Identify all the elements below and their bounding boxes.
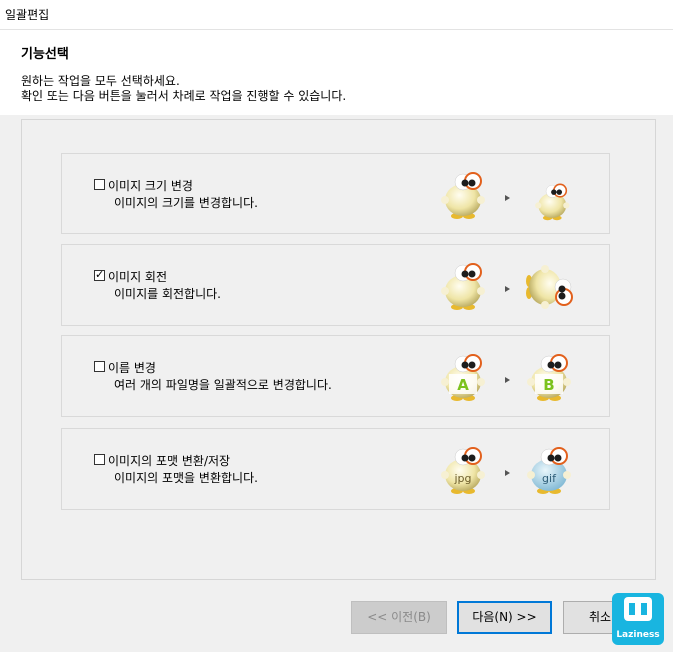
rotate-checkbox[interactable] <box>94 268 105 281</box>
letter-b: B <box>543 376 554 394</box>
instruction-line-2: 확인 또는 다음 버튼을 눌러서 차례로 작업을 진행할 수 있습니다. <box>21 89 347 103</box>
window-title: 일괄편집 <box>5 8 50 22</box>
format-mascot-icon: jpg gif <box>440 447 572 495</box>
option-label[interactable]: 이미지의 포맷 변환/저장 <box>108 452 230 469</box>
gif-label: gif <box>542 472 557 485</box>
option-format[interactable]: 이미지의 포맷 변환/저장 이미지의 포맷을 변환합니다. jpg gif <box>61 428 610 510</box>
laziness-logo-icon: Laziness <box>616 597 660 640</box>
option-label[interactable]: 이미지 크기 변경 <box>108 177 193 194</box>
rename-mascot-icon: A B <box>440 354 572 402</box>
option-rotate[interactable]: 이미지 회전 이미지를 회전합니다. <box>61 244 610 326</box>
next-button[interactable]: 다음(N) >> <box>457 601 552 634</box>
title-bar: 일괄편집 <box>0 0 673 30</box>
laziness-badge: Laziness <box>612 593 664 645</box>
option-description: 여러 개의 파일명을 일괄적으로 변경합니다. <box>114 378 332 392</box>
jpg-label: jpg <box>453 472 471 485</box>
option-label[interactable]: 이미지 회전 <box>108 268 167 285</box>
option-label[interactable]: 이름 변경 <box>108 359 156 376</box>
header-area: 기능선택 원하는 작업을 모두 선택하세요. 확인 또는 다음 버튼을 눌러서 … <box>0 30 673 115</box>
option-description: 이미지의 포맷을 변환합니다. <box>114 471 258 485</box>
option-description: 이미지를 회전합니다. <box>114 287 221 301</box>
option-description: 이미지의 크기를 변경합니다. <box>114 196 258 210</box>
option-resize[interactable]: 이미지 크기 변경 이미지의 크기를 변경합니다. <box>61 153 610 234</box>
rotate-mascot-icon <box>440 263 573 311</box>
section-title: 기능선택 <box>21 47 69 62</box>
letter-a: A <box>457 376 469 394</box>
format-checkbox[interactable] <box>94 454 105 465</box>
badge-text: Laziness <box>616 630 659 640</box>
rename-checkbox[interactable] <box>94 361 105 372</box>
resize-mascot-icon <box>440 172 571 222</box>
prev-button[interactable]: << 이전(B) <box>351 601 447 634</box>
resize-checkbox[interactable] <box>94 179 105 190</box>
option-rename[interactable]: 이름 변경 여러 개의 파일명을 일괄적으로 변경합니다. A B <box>61 335 610 417</box>
